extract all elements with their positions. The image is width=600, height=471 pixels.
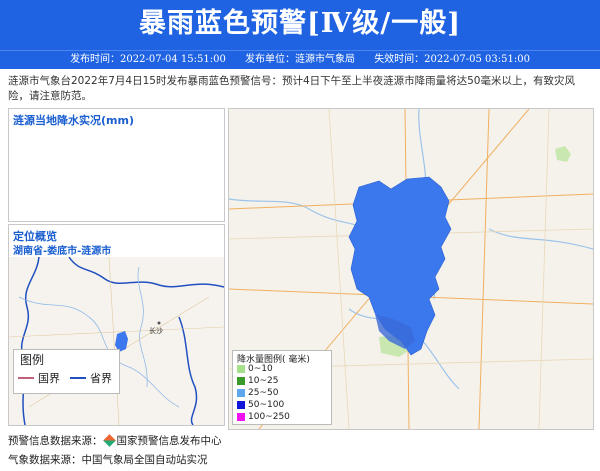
warning-source-label: 预警信息数据来源： [8,435,103,447]
weather-source-line: 气象数据来源：中国气象局全国自动站实况 [8,454,208,466]
warning-title: 暴雨蓝色预警[Ⅳ级/一般] [0,0,600,50]
warning-source-link[interactable]: 国家预警信息发布中心 [117,435,222,447]
rainfall-range: 0~10 [248,364,273,374]
rainfall-legend: 降水量图例( 毫米) 0~10 10~25 25~50 50~100 100~2… [232,350,332,425]
warning-source-line: 预警信息数据来源： 国家预警信息发布中心 [8,433,222,448]
changsha-label: 长沙 [149,326,163,335]
legend-label: 省界 [90,372,112,385]
rainfall-range: 100~250 [248,412,290,422]
legend-label: 国界 [38,372,60,385]
legend-item-province-border: 省界 [70,370,112,386]
rainfall-swatch [237,389,245,397]
publisher: 发布单位：涟源市气象局 [245,54,355,65]
province-border-swatch [70,377,86,379]
warning-description: 涟源市气象台2022年7月4日15时发布暴雨蓝色预警信号：预计4日下午至上半夜涟… [8,75,575,102]
expire-time: 失效时间：2022-07-05 03:51:00 [374,54,530,65]
overview-legend: 图例 国界 省界 [13,349,120,394]
publish-time: 发布时间：2022-07-04 15:51:00 [70,54,226,65]
national-border-swatch [18,377,34,379]
rainfall-legend-item: 50~100 [237,400,284,410]
rainfall-legend-item: 25~50 [237,388,278,398]
location-region: 湖南省-娄底市-涟源市 [13,246,112,257]
rainfall-swatch [237,377,245,385]
rainfall-legend-item: 100~250 [237,412,290,422]
rainfall-swatch [237,365,245,373]
rainfall-swatch [237,413,245,421]
legend-title: 图例 [20,353,45,367]
changsha-marker [157,321,161,325]
rain-panel-title: 涟源当地降水实况(mm) [13,114,134,127]
legend-item-national-border: 国界 [18,370,60,386]
rainfall-legend-item: 10~25 [237,376,278,386]
overview-map[interactable]: 长沙 [9,257,224,425]
warning-center-logo-icon [102,434,116,447]
warning-meta-bar: 发布时间：2022-07-04 15:51:00 发布单位：涟源市气象局 失效时… [0,50,600,69]
location-overview-panel: 定位概览 湖南省-娄底市-涟源市 长沙 图例 国界 省界 [8,224,225,426]
rainfall-range: 50~100 [248,400,285,410]
rainfall-range: 10~25 [248,376,279,386]
rainfall-range: 25~50 [248,388,279,398]
rainfall-legend-item: 0~10 [237,364,273,374]
rainfall-swatch [237,401,245,409]
rain-observation-panel: 涟源当地降水实况(mm) [8,108,225,222]
